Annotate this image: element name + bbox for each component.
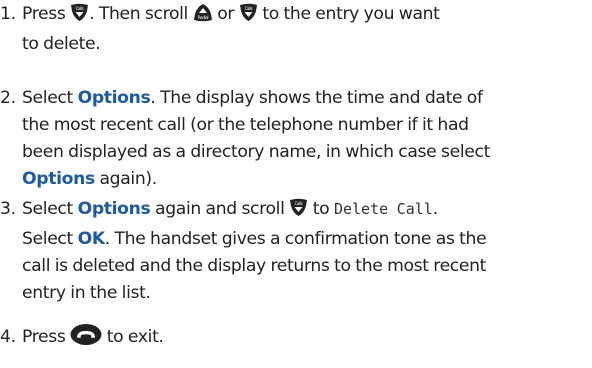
step-4: 4. Press to exit. <box>0 324 585 354</box>
svg-text:Calls: Calls <box>244 6 252 11</box>
calls-down-icon: Calls <box>289 198 308 226</box>
step-number: 3. <box>0 199 16 219</box>
step-number: 1. <box>0 4 16 24</box>
options-keyword: Options <box>22 169 95 189</box>
step-3: 3. Select Options again and scroll Calls … <box>0 196 585 307</box>
step-number: 2. <box>0 88 16 108</box>
step-1: 1. Press Calls. Then scroll Redial or Cal… <box>0 1 585 58</box>
step-number: 4. <box>0 327 16 347</box>
step-2: 2. Select Options. The display shows the … <box>0 85 585 193</box>
svg-text:Redial: Redial <box>198 15 208 20</box>
end-call-icon <box>70 324 102 354</box>
options-keyword: Options <box>77 199 151 219</box>
instruction-page: 1. Press Calls. Then scroll Redial or Cal… <box>0 0 592 368</box>
svg-text:Calls: Calls <box>76 6 84 11</box>
calls-down-icon: Calls <box>70 3 89 31</box>
svg-text:Calls: Calls <box>295 201 303 206</box>
display-text: Delete Call <box>333 200 433 218</box>
options-keyword: Options <box>77 88 151 108</box>
ok-keyword: OK <box>77 229 106 249</box>
calls-down-icon: Calls <box>239 3 258 31</box>
redial-up-icon: Redial <box>193 3 213 31</box>
